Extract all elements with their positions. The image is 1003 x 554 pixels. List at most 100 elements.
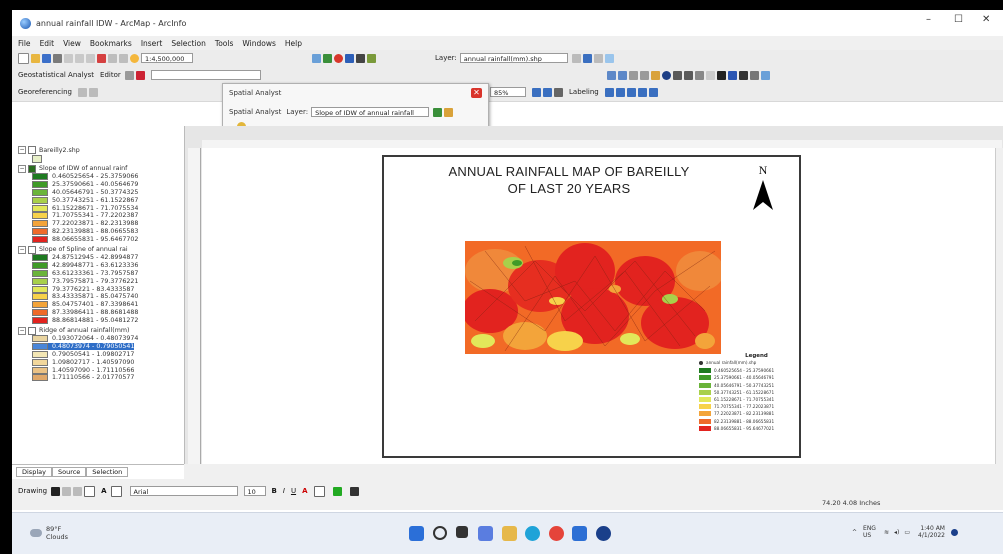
underline-button[interactable]: U xyxy=(291,487,296,495)
toc-class-row[interactable]: 1.71110566 - 2.01770577 xyxy=(32,374,134,382)
save-icon[interactable] xyxy=(42,53,51,63)
font-size-combo[interactable]: 10 xyxy=(243,486,266,496)
minimize-button[interactable]: – xyxy=(926,14,931,25)
full-extent-icon[interactable] xyxy=(662,70,671,80)
editor-menu[interactable]: Editor xyxy=(100,71,121,79)
toc-class-row[interactable]: 87.33986411 - 88.8681488 xyxy=(32,309,138,316)
labeling-menu[interactable]: Labeling xyxy=(569,88,599,96)
toc-class-row[interactable]: 50.37743251 - 61.1522867 xyxy=(32,196,138,204)
layout-page-icon[interactable] xyxy=(554,87,563,97)
file-explorer-icon[interactable] xyxy=(502,526,517,541)
add-data-icon[interactable] xyxy=(130,53,139,63)
arccatalog-icon[interactable] xyxy=(334,53,343,63)
paste-icon[interactable] xyxy=(86,53,95,63)
editor-toolbar-icon[interactable] xyxy=(312,53,321,63)
edit-tool-icon[interactable] xyxy=(124,70,134,80)
close-button[interactable]: ✕ xyxy=(982,14,990,25)
edge-browser-icon[interactable] xyxy=(525,526,540,541)
label-manager-icon[interactable] xyxy=(604,87,614,97)
toc-class-row[interactable]: 83.43335871 - 85.0475740 xyxy=(32,293,138,301)
contrast-icon[interactable] xyxy=(593,53,603,63)
zoom-whole-page-icon[interactable] xyxy=(73,486,83,496)
layer-visibility-checkbox[interactable] xyxy=(28,164,36,173)
menu-tools[interactable]: Tools xyxy=(215,39,233,48)
toc-class-row[interactable]: 77.22023871 - 82.2313988 xyxy=(32,220,138,228)
menu-selection[interactable]: Selection xyxy=(171,39,206,48)
measure-icon[interactable] xyxy=(750,70,759,80)
label-weight-icon[interactable] xyxy=(626,87,636,97)
text-tool-icon[interactable]: A xyxy=(101,487,106,495)
chat-icon[interactable] xyxy=(478,526,493,541)
toc-class-row[interactable]: 24.87512945 - 42.8994877 xyxy=(32,254,138,262)
georef-link-icon[interactable] xyxy=(88,87,98,97)
toc-class-row[interactable]: 63.61233361 - 73.7957587 xyxy=(32,270,138,277)
font-combo[interactable]: Arial xyxy=(129,486,238,496)
toc-class-row[interactable]: 1.40597090 - 1.71110566 xyxy=(32,366,134,374)
spatial-analyst-menu[interactable]: Spatial Analyst xyxy=(229,108,281,116)
toc-class-row[interactable]: 82.23139881 - 88.0665583 xyxy=(32,228,138,235)
bold-button[interactable]: B xyxy=(272,487,277,495)
map-scale-combo[interactable]: 1:4,500,000 xyxy=(141,53,193,63)
back-icon[interactable] xyxy=(673,70,682,80)
line-color-icon[interactable] xyxy=(332,486,342,496)
maximize-button[interactable]: ☐ xyxy=(954,14,963,25)
label-priority-icon[interactable] xyxy=(615,87,625,97)
wifi-icon[interactable]: ≋ xyxy=(884,529,889,536)
menu-help[interactable]: Help xyxy=(285,39,302,48)
toc-class-row[interactable]: 73.79575871 - 79.3776221 xyxy=(32,277,138,285)
tab-display[interactable]: Display xyxy=(16,467,52,477)
globe-icon[interactable] xyxy=(582,53,592,63)
toc-class-row[interactable]: 71.70755341 - 77.2202387 xyxy=(32,212,138,220)
delete-icon[interactable] xyxy=(97,53,106,63)
search-icon[interactable] xyxy=(433,526,447,540)
identify-features-icon[interactable] xyxy=(728,70,737,80)
zoom-out-icon[interactable] xyxy=(618,70,627,80)
cut-icon[interactable] xyxy=(64,53,73,63)
toc-class-row[interactable]: 40.05646791 - 50.3774325 xyxy=(32,189,138,196)
edit-vertices-icon[interactable] xyxy=(110,485,122,497)
store-icon[interactable] xyxy=(572,526,587,541)
sketch-tool-icon[interactable] xyxy=(135,70,145,80)
expand-collapse-icon[interactable]: − xyxy=(18,146,26,154)
expand-collapse-icon[interactable]: − xyxy=(18,245,26,254)
georeferencing-menu[interactable]: Georeferencing xyxy=(18,88,72,96)
forward-icon[interactable] xyxy=(684,70,693,80)
georef-tool-icon[interactable] xyxy=(77,87,87,97)
menu-insert[interactable]: Insert xyxy=(141,39,163,48)
python-window-icon[interactable] xyxy=(356,53,365,63)
open-folder-icon[interactable] xyxy=(31,53,40,63)
toc-class-row[interactable]: 25.37590661 - 40.0564679 xyxy=(32,181,138,189)
model-builder-icon[interactable] xyxy=(367,53,376,63)
font-color-icon[interactable]: A xyxy=(302,487,307,495)
fixed-zoom-out-icon[interactable] xyxy=(640,70,649,80)
histogram-icon[interactable] xyxy=(433,107,443,117)
redo-icon[interactable] xyxy=(119,53,128,63)
toc-class-row[interactable]: 79.3776221 - 83.4333587 xyxy=(32,285,134,293)
tab-source[interactable]: Source xyxy=(51,467,87,477)
toc-layer-row[interactable]: − Slope of Spline of annual rai xyxy=(18,245,128,254)
geostatistical-analyst-menu[interactable]: Geostatistical Analyst xyxy=(18,71,94,79)
toc-class-row[interactable]: 61.15228671 - 71.7075534 xyxy=(32,204,138,212)
arctoolbox-icon[interactable] xyxy=(323,53,332,63)
expand-collapse-icon[interactable]: − xyxy=(18,164,26,173)
tray-chevron-icon[interactable]: ^ xyxy=(852,529,857,536)
arcmap-taskbar-icon[interactable] xyxy=(596,526,611,541)
rectangle-tool-icon[interactable] xyxy=(84,485,96,497)
hyperlink-icon[interactable] xyxy=(761,70,770,80)
layer-visibility-checkbox[interactable] xyxy=(28,326,36,335)
battery-icon[interactable]: ▭ xyxy=(904,529,910,536)
clear-selection-icon[interactable] xyxy=(706,70,715,80)
layout-zoom-out-icon[interactable] xyxy=(543,87,552,97)
toc-class-row[interactable]: 85.04757401 - 87.3398641 xyxy=(32,301,138,309)
identify-icon[interactable] xyxy=(571,53,581,63)
toc-layer-row[interactable]: − Ridge of annual rainfall(mm) xyxy=(18,326,129,335)
italic-button[interactable]: I xyxy=(283,487,285,495)
toc-layer-row[interactable]: − Slope of IDW of annual rainf xyxy=(18,164,127,173)
popup-layer-select[interactable]: Slope of IDW of annual rainfall xyxy=(311,107,430,117)
lock-labels-icon[interactable] xyxy=(637,87,647,97)
print-icon[interactable] xyxy=(53,53,62,63)
toc-class-row[interactable]: 0.460525654 - 25.3759066 xyxy=(32,173,138,181)
select-elements-icon[interactable] xyxy=(717,70,726,80)
start-windows-icon[interactable] xyxy=(409,526,424,541)
menu-windows[interactable]: Windows xyxy=(242,39,275,48)
